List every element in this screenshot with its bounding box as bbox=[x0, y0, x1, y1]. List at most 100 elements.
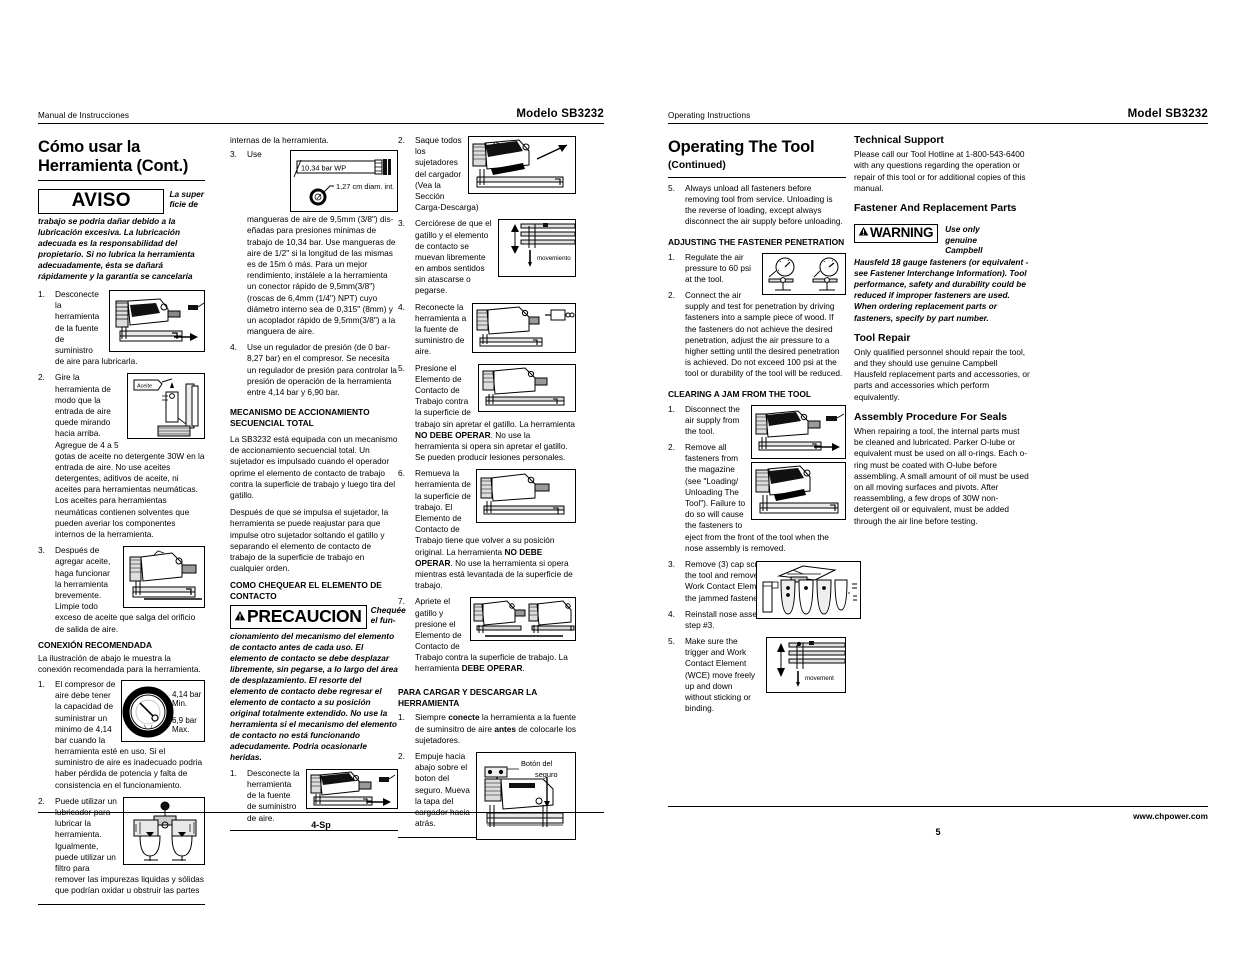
fastener-parts-heading: Fastener And Replacement Parts bbox=[854, 203, 1017, 215]
clearing-jam-steps: 1. Disconnect the air supply from the to… bbox=[668, 403, 861, 715]
footer-rule bbox=[38, 812, 604, 813]
warning-triangle-icon bbox=[858, 226, 869, 241]
figure-filter-lubricator bbox=[123, 796, 205, 865]
list-text-cont: eñadas para presiones minimas de trabajo… bbox=[247, 225, 396, 337]
page-subtitle: (Continued) bbox=[668, 159, 726, 171]
website-url: www.chpower.com bbox=[1133, 812, 1208, 821]
operating-steps: 5. Always unload all fasteners before re… bbox=[668, 183, 846, 228]
right-col-1: Operating The Tool (Continued) 5. Always… bbox=[668, 132, 861, 719]
list-text-bold-1: conecte bbox=[448, 712, 480, 723]
list-text: Regulate the air pressure to 60 psi at t… bbox=[685, 251, 751, 284]
list-item: 1. bbox=[668, 251, 846, 295]
warning-body: Hausfeld 18 gauge fasteners (or equivale… bbox=[854, 257, 1029, 323]
list-number: 3. bbox=[398, 218, 405, 229]
list-number: 4. bbox=[398, 301, 405, 312]
list-item: 2. bbox=[668, 442, 846, 554]
list-number: 5. bbox=[398, 362, 405, 373]
aviso-block: AVISO La super ficie de bbox=[38, 188, 205, 214]
technical-support-heading: Technical Support bbox=[854, 135, 944, 146]
adjust-penetration-heading: ADJUSTING THE FASTENER PENETRATION bbox=[668, 236, 845, 247]
precaucion-body: cionamiento del mecanismo del elemento d… bbox=[230, 630, 398, 762]
list-number: 3. bbox=[38, 545, 45, 556]
list-text-tail: . bbox=[522, 663, 525, 674]
col2-continuation: internas de la herramienta. bbox=[230, 135, 329, 145]
conexion-intro: La ilustración de abajo le muestra la co… bbox=[38, 652, 201, 674]
list-item: 2. bbox=[38, 796, 205, 897]
header-model-label: Model SB3232 bbox=[1127, 108, 1208, 120]
tool-repair-body: Only qualified personnel should repair t… bbox=[854, 346, 1030, 402]
svg-text:4,14 bar: 4,14 bar bbox=[172, 690, 202, 699]
list-item: 3. 10,34 bar WP 1,27 cm diam. int. Use m… bbox=[230, 149, 398, 337]
warning-label: WARNING bbox=[870, 225, 934, 241]
list-text: Use un regulador de presión (de 0 bar-8,… bbox=[247, 342, 397, 397]
svg-text:Max.: Max. bbox=[172, 725, 189, 734]
figure-nose-assembly-parts bbox=[756, 560, 861, 619]
list-item: 4. Reconecte la herramienta a la fuente … bbox=[398, 302, 576, 358]
list-number: 2. bbox=[38, 372, 45, 383]
right-page-header: Operating Instructions Model SB3232 bbox=[668, 108, 1208, 124]
list-number: 1. bbox=[230, 767, 237, 778]
page-title: Cómo usar la Herramienta (Cont.) bbox=[38, 138, 189, 175]
adjust-penetration-steps: 1. Regulate the air pressure to 60 psi a… bbox=[668, 252, 846, 380]
list-text: Always unload all fasteners before remov… bbox=[685, 182, 843, 227]
list-number: 7. bbox=[398, 596, 405, 607]
precaucion-block: PRECAUCION Chequée el fun- bbox=[230, 605, 406, 629]
left-page-header: Manual de Instrucciones Modelo SB3232 bbox=[38, 108, 604, 124]
warning-triangle-icon bbox=[234, 607, 246, 625]
mechanism-para-2: Después de que se impulsa el sujetador, … bbox=[230, 507, 389, 574]
check-element-heading: COMO CHEQUEAR EL ELEMENTO DE CONTACTO bbox=[230, 580, 382, 602]
list-item: 3. bbox=[668, 558, 861, 619]
list-number: 2. bbox=[668, 442, 675, 453]
title-rule bbox=[668, 176, 846, 178]
list-text: Make sure the trigger and Work Contact E… bbox=[685, 636, 756, 714]
page-right: Operating Instructions Model SB3232 Oper… bbox=[640, 0, 1235, 954]
list-number: 4. bbox=[230, 342, 237, 353]
conexion-steps: 1. 4,14 bar Min. 6,9 bar Max. El compres… bbox=[38, 679, 205, 897]
mechanism-para-1: La SB3232 está equipada con un mecanismo… bbox=[230, 434, 398, 500]
loading-heading: PARA CARGAR Y DESCARGAR LA HERRAMIENTA bbox=[398, 686, 537, 708]
figure-pull-trigger-press bbox=[470, 597, 576, 642]
list-item: 3. bbox=[38, 545, 205, 635]
figure-remove-fasteners bbox=[468, 136, 576, 194]
tool-repair-heading: Tool Repair bbox=[854, 332, 911, 344]
figure-remove-from-surface bbox=[476, 469, 576, 524]
check-element-steps-cont: 2. Saque todos los sujetadores del carga… bbox=[398, 135, 576, 675]
document-spread: Manual de Instrucciones Modelo SB3232 Có… bbox=[0, 0, 1235, 954]
list-number: 5. bbox=[668, 182, 675, 193]
lubrication-steps: 1. Desconecte la herramienta de la fuent… bbox=[38, 289, 205, 635]
col1-bottom-rule bbox=[38, 903, 205, 905]
footer-rule bbox=[668, 806, 1208, 807]
seals-heading: Assembly Procedure For Seals bbox=[854, 411, 1008, 423]
svg-text:Aceite: Aceite bbox=[137, 384, 152, 390]
list-item: 4. Use un regulador de presión (de 0 bar… bbox=[230, 342, 398, 398]
list-number: 2. bbox=[668, 290, 675, 301]
svg-text:movemiento: movemiento bbox=[537, 255, 571, 262]
list-number: 3. bbox=[230, 149, 237, 160]
list-item: 1. 4,14 bar Min. 6,9 bar Max. El compres… bbox=[38, 679, 205, 791]
list-text: Disconnect the air supply from the tool. bbox=[685, 403, 740, 436]
list-item: 1. bbox=[668, 403, 846, 459]
technical-support-body: Please call our Tool Hotline at 1-800-54… bbox=[854, 149, 1026, 193]
list-item: 3. bbox=[398, 218, 576, 296]
precaucion-label: PRECAUCION bbox=[247, 606, 362, 627]
list-number: 2. bbox=[398, 135, 405, 145]
list-number: 1. bbox=[398, 712, 405, 723]
list-text-bold: DEBE OPERAR bbox=[461, 663, 523, 674]
svg-text:Botón del: Botón del bbox=[521, 759, 553, 768]
seals-body: When repairing a tool, the internal part… bbox=[854, 426, 1029, 526]
list-number: 3. bbox=[668, 558, 675, 569]
figure-trigger-wce-movement: movement bbox=[766, 637, 846, 694]
header-manual-label: Manual de Instrucciones bbox=[38, 111, 130, 120]
page-number: 5 bbox=[935, 827, 941, 837]
svg-text:10,34 bar WP: 10,34 bar WP bbox=[301, 164, 346, 173]
list-item: 5. Always unload all fasteners before re… bbox=[668, 183, 846, 228]
header-rule bbox=[38, 123, 604, 124]
list-item: 1. bbox=[38, 289, 205, 367]
left-col-1: Cómo usar la Herramienta (Cont.) AVISO L… bbox=[38, 132, 205, 905]
list-text: Siempre bbox=[415, 712, 449, 723]
figure-oil-inlet: Aceite bbox=[127, 373, 205, 440]
left-col-3: 2. Saque todos los sujetadores del carga… bbox=[398, 135, 576, 842]
figure-remove-fasteners-magazine bbox=[751, 461, 846, 520]
list-item: 1. Siempre conecte la herramienta a la f… bbox=[398, 712, 576, 746]
list-item: 5. bbox=[398, 363, 576, 464]
